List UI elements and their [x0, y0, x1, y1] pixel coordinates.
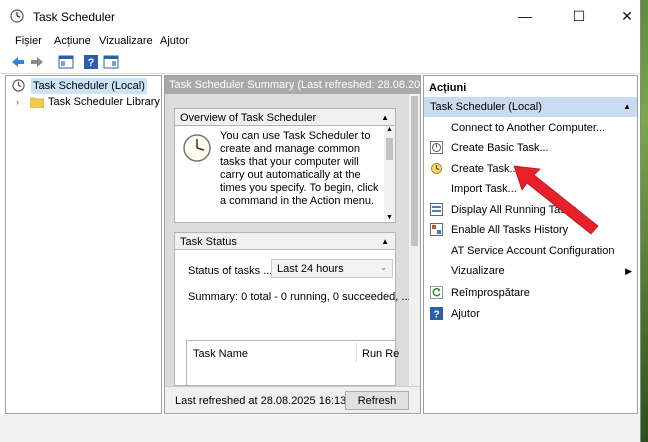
overview-section-header[interactable]: Overview of Task Scheduler ▲	[174, 108, 396, 126]
status-of-tasks-label: Status of tasks ...	[188, 265, 273, 277]
folder-icon	[30, 97, 44, 108]
title-bar: Task Scheduler — ☐ ✕	[0, 0, 640, 33]
tree-label-library: Task Scheduler Library	[48, 96, 160, 108]
forward-arrow-icon[interactable]	[29, 54, 45, 70]
menu-view[interactable]: Vizualizare	[99, 35, 153, 47]
refresh-icon	[430, 286, 443, 299]
summary-header: Task Scheduler Summary (Last refreshed: …	[165, 76, 420, 94]
menu-action[interactable]: Acțiune	[54, 35, 91, 47]
scroll-down-icon[interactable]: ▼	[386, 214, 393, 221]
back-arrow-icon[interactable]	[10, 54, 26, 70]
menu-help[interactable]: Ajutor	[160, 35, 189, 47]
status-bar	[0, 415, 640, 442]
history-icon	[430, 223, 443, 236]
collapse-icon[interactable]: ▲	[381, 233, 389, 251]
actions-group-header[interactable]: Task Scheduler (Local) ▲	[424, 97, 637, 117]
task-status-table: Task Name Run Re	[186, 340, 399, 386]
maximize-button[interactable]: ☐	[556, 0, 602, 33]
status-summary: Summary: 0 total - 0 running, 0 succeede…	[188, 291, 411, 303]
action-view-submenu[interactable]: Vizualizare ▶	[424, 261, 637, 281]
menu-bar: Fișier Acțiune Vizualizare Ajutor	[0, 33, 640, 50]
red-arrow-annotation	[513, 165, 599, 235]
help-icon: ?	[430, 307, 443, 320]
action-refresh[interactable]: Reîmprospătare	[424, 283, 637, 303]
actions-title: Acțiuni	[429, 82, 467, 94]
create-basic-task-icon	[430, 141, 443, 154]
help-toolbar-icon[interactable]: ?	[83, 54, 99, 70]
action-connect-another-computer[interactable]: Connect to Another Computer...	[424, 118, 637, 138]
svg-text:?: ?	[433, 310, 439, 321]
show-hide-action-pane-icon[interactable]	[103, 54, 119, 70]
action-label: AT Service Account Configuration	[451, 245, 615, 257]
tree-label-local: Task Scheduler (Local)	[31, 78, 147, 94]
summary-scroll-thumb[interactable]	[411, 96, 418, 246]
overview-title: Overview of Task Scheduler	[180, 112, 317, 124]
svg-text:?: ?	[88, 57, 95, 69]
task-status-section-header[interactable]: Task Status ▲	[174, 232, 396, 250]
submenu-arrow-icon: ▶	[625, 266, 632, 276]
scroll-up-icon[interactable]: ▲	[386, 126, 393, 133]
action-label: Ajutor	[451, 308, 480, 320]
summary-pane: Task Scheduler Summary (Last refreshed: …	[164, 75, 421, 414]
column-header-run-result[interactable]: Run Re	[362, 348, 399, 360]
action-help[interactable]: ? Ajutor	[424, 304, 637, 324]
summary-footer: Last refreshed at 28.08.2025 16:13:32 Re…	[165, 386, 420, 413]
task-status-title: Task Status	[180, 236, 237, 248]
overview-scrollbar[interactable]: ▲ ▼	[384, 126, 395, 221]
toolbar: ?	[0, 51, 640, 74]
chevron-down-icon: ⌄	[380, 263, 387, 272]
collapse-icon[interactable]: ▲	[623, 97, 631, 117]
create-task-icon	[431, 163, 442, 174]
status-period-value: Last 24 hours	[277, 263, 344, 275]
task-status-panel: Status of tasks ... Last 24 hours ⌄ Summ…	[174, 250, 411, 386]
clock-icon	[12, 79, 25, 92]
action-at-service-account[interactable]: AT Service Account Configuration	[424, 241, 637, 261]
actions-pane: Acțiuni Task Scheduler (Local) ▲ Connect…	[423, 75, 638, 414]
overview-text: You can use Task Scheduler to create and…	[220, 130, 379, 207]
actions-group-label: Task Scheduler (Local)	[430, 101, 542, 113]
menu-file[interactable]: Fișier	[15, 35, 42, 47]
overview-panel: You can use Task Scheduler to create and…	[174, 126, 396, 223]
window-title: Task Scheduler	[33, 10, 116, 24]
running-tasks-icon	[430, 203, 443, 216]
column-header-task-name[interactable]: Task Name	[193, 348, 248, 360]
last-refreshed-text: Last refreshed at 28.08.2025 16:13:32	[175, 395, 362, 407]
refresh-button[interactable]: Refresh	[345, 391, 409, 410]
action-label: Reîmprospătare	[451, 287, 530, 299]
minimize-button[interactable]: —	[502, 0, 548, 33]
collapse-icon[interactable]: ▲	[381, 109, 389, 127]
show-hide-console-tree-icon[interactable]	[58, 54, 74, 70]
close-button[interactable]: ✕	[604, 0, 648, 33]
status-period-select[interactable]: Last 24 hours ⌄	[271, 259, 393, 278]
clock-app-icon	[10, 9, 24, 23]
clock-large-icon	[183, 134, 211, 162]
summary-body: Overview of Task Scheduler ▲ You can use…	[165, 94, 411, 386]
console-tree: Task Scheduler (Local) › Task Scheduler …	[5, 75, 162, 414]
action-label: Connect to Another Computer...	[451, 122, 606, 134]
action-label: Vizualizare	[451, 265, 505, 277]
chevron-right-icon[interactable]: ›	[16, 94, 19, 110]
summary-scrollbar[interactable]	[409, 94, 420, 386]
